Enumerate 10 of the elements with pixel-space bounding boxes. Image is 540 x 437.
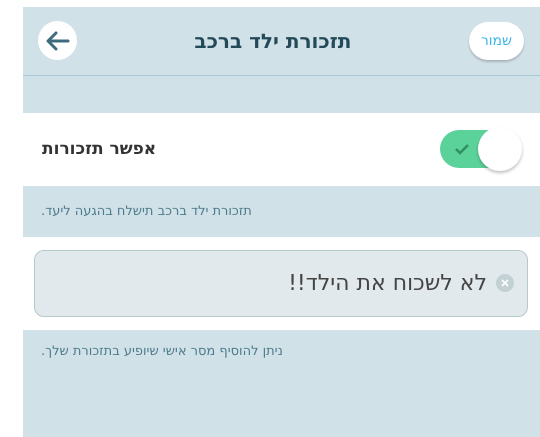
back-arrow-icon [46,30,70,51]
toggle-label: אפשר תזכורות [42,139,156,160]
message-note: ניתן להוסיף מסר אישי שיופיע בתזכורת שלך. [41,344,283,360]
screen-title: תזכורת ילד ברכב [194,28,352,53]
message-field[interactable]: לא לשכוח את הילד!! [34,250,528,318]
reminder-switch[interactable] [440,130,520,168]
clear-icon[interactable] [496,274,514,292]
back-button[interactable] [38,21,77,60]
toggle-note: תזכורת ילד ברכב תישלח בהגעה ליעד. [41,204,252,220]
check-icon [454,143,470,156]
